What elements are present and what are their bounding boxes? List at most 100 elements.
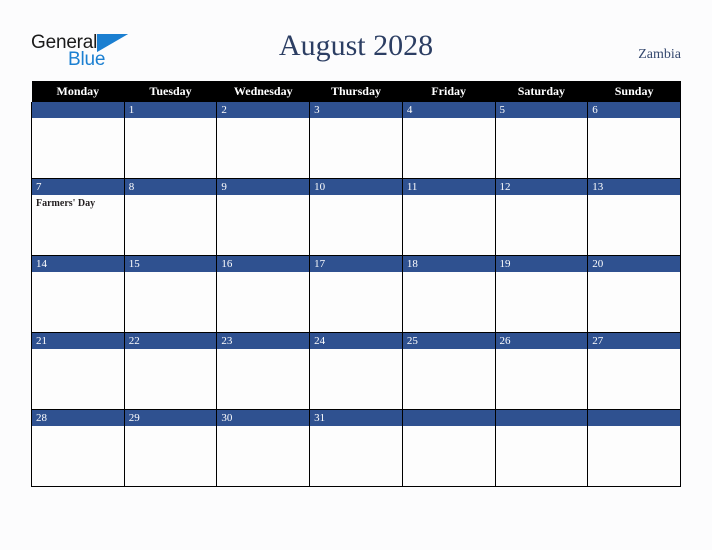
day-number [495,410,588,426]
calendar-day-cell[interactable]: 30 [216,409,311,487]
day-number: 6 [588,102,680,118]
day-events [310,118,402,121]
page-title: August 2028 [278,29,434,62]
day-events [217,349,309,352]
calendar-day-cell[interactable]: 31 [309,409,403,487]
day-events [403,118,495,121]
calendar-day-cell[interactable]: 19 [494,255,589,333]
day-events [217,195,309,198]
weekday-header-friday: Friday [402,81,496,102]
calendar-page: General Blue August 2028 Zambia Monday T… [0,0,712,550]
calendar-day-cell[interactable]: 20 [587,255,681,333]
day-events: Farmers' Day [32,195,124,210]
calendar-day-cell[interactable]: 11 [401,178,496,256]
day-number: 1 [124,102,217,118]
calendar-day-cell[interactable]: 22 [123,332,218,410]
day-number: 17 [310,256,402,272]
weekday-header-tuesday: Tuesday [124,81,217,102]
day-cell-inner: 13 [588,179,680,255]
day-events [32,118,124,121]
day-number: 22 [124,333,217,349]
day-events [496,426,588,429]
day-cell-inner: 14 [32,256,124,332]
day-cell-inner: 20 [588,256,680,332]
day-events [310,272,402,275]
calendar-day-cell[interactable]: 9 [216,178,311,256]
calendar-day-cell[interactable]: 18 [401,255,496,333]
calendar-day-cell[interactable]: 12 [494,178,589,256]
day-number: 20 [588,256,680,272]
calendar-day-cell[interactable] [587,409,681,487]
day-number: 5 [495,102,588,118]
day-events [125,118,217,121]
calendar-day-cell[interactable]: 15 [123,255,218,333]
day-cell-inner: 2 [217,102,310,178]
calendar-day-cell[interactable]: 10 [309,178,403,256]
calendar-day-cell[interactable]: 1 [123,102,218,179]
weekday-header-monday: Monday [31,81,125,102]
page-header: General Blue August 2028 Zambia [0,0,712,80]
day-events [496,349,588,352]
calendar-day-cell[interactable]: 4 [401,102,496,179]
calendar-day-cell[interactable]: 7 Farmers' Day [31,178,125,256]
calendar-day-cell[interactable]: 23 [216,332,311,410]
day-number: 14 [32,256,124,272]
day-events [588,272,680,275]
calendar-day-cell[interactable] [31,102,125,179]
weekday-header-saturday: Saturday [495,81,588,102]
day-cell-inner: 19 [495,256,588,332]
day-cell-inner: 18 [402,256,495,332]
calendar-day-cell[interactable]: 28 [31,409,125,487]
day-cell-inner: 22 [124,333,217,409]
day-cell-inner [588,410,680,486]
day-cell-inner: 24 [310,333,402,409]
calendar-day-cell[interactable]: 16 [216,255,311,333]
calendar-day-cell[interactable]: 27 [587,332,681,410]
day-cell-inner: 5 [495,102,588,178]
day-events [403,195,495,198]
holiday-label: Farmers' Day [36,198,96,209]
day-events [496,272,588,275]
calendar-week-row: 28 29 30 31 [31,409,681,487]
day-cell-inner: 17 [310,256,402,332]
calendar-day-cell[interactable]: 21 [31,332,125,410]
day-cell-inner: 7 Farmers' Day [32,179,124,255]
day-cell-inner: 25 [402,333,495,409]
calendar-day-cell[interactable]: 2 [216,102,311,179]
day-cell-inner: 11 [402,179,495,255]
day-number: 2 [217,102,310,118]
calendar-week-row: 123456 [31,102,681,179]
day-events [310,426,402,429]
day-events [125,426,217,429]
day-cell-inner [402,410,495,486]
calendar-day-cell[interactable]: 17 [309,255,403,333]
day-number: 31 [310,410,402,426]
calendar-grid: Monday Tuesday Wednesday Thursday Friday… [31,81,681,487]
day-cell-inner: 1 [124,102,217,178]
day-events [403,426,495,429]
day-events [403,272,495,275]
calendar-day-cell[interactable]: 25 [401,332,496,410]
day-number: 16 [217,256,310,272]
calendar-day-cell[interactable]: 13 [587,178,681,256]
calendar-day-cell[interactable]: 14 [31,255,125,333]
calendar-day-cell[interactable]: 6 [587,102,681,179]
day-cell-inner: 16 [217,256,310,332]
calendar-day-cell[interactable]: 8 [123,178,218,256]
calendar-day-cell[interactable] [401,409,496,487]
day-cell-inner: 9 [217,179,310,255]
day-cell-inner: 23 [217,333,310,409]
day-number: 9 [217,179,310,195]
calendar-day-cell[interactable]: 29 [123,409,218,487]
calendar-day-cell[interactable]: 26 [494,332,589,410]
calendar-day-cell[interactable]: 24 [309,332,403,410]
day-events [32,272,124,275]
calendar-day-cell[interactable]: 3 [309,102,403,179]
day-events [217,118,309,121]
day-events [125,272,217,275]
day-events [496,195,588,198]
calendar-day-cell[interactable] [494,409,589,487]
day-events [125,195,217,198]
day-cell-inner: 12 [495,179,588,255]
calendar-day-cell[interactable]: 5 [494,102,589,179]
